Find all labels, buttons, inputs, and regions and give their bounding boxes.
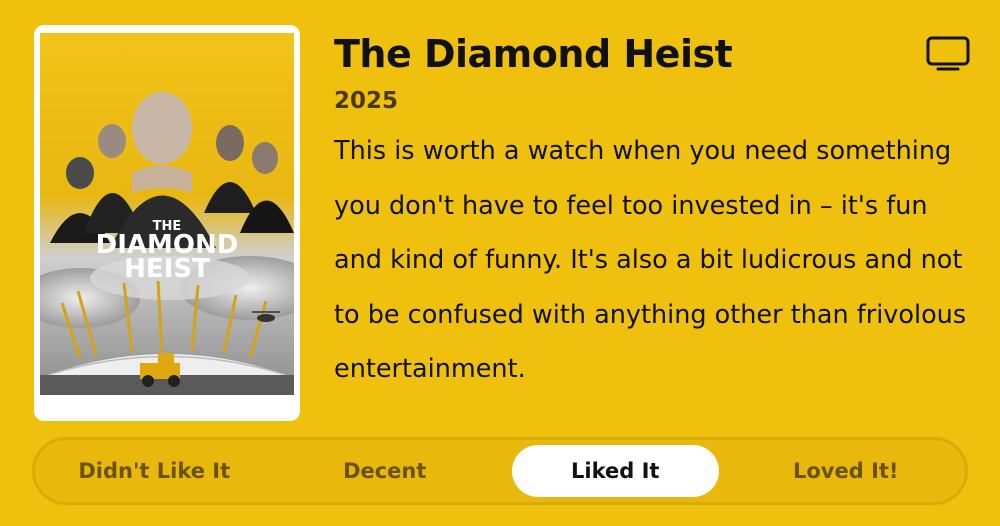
movie-year: 2025 bbox=[334, 88, 399, 114]
rating-option-didnt-like[interactable]: Didn't Like It bbox=[51, 445, 258, 497]
rating-option-liked[interactable]: Liked It bbox=[512, 445, 719, 497]
movie-title: The Diamond Heist bbox=[334, 32, 733, 76]
movie-description: This is worth a watch when you need some… bbox=[334, 136, 967, 384]
rating-option-loved[interactable]: Loved It! bbox=[743, 445, 950, 497]
movie-info: The Diamond Heist 2025 This is worth a w… bbox=[334, 28, 966, 397]
movie-poster[interactable]: THE DIAMOND HEIST bbox=[34, 25, 300, 421]
tv-button[interactable] bbox=[924, 32, 972, 76]
poster-image: THE DIAMOND HEIST bbox=[40, 33, 294, 395]
poster-title-line3: HEIST bbox=[124, 254, 210, 284]
rating-option-decent[interactable]: Decent bbox=[282, 445, 489, 497]
rating-selector: Didn't Like It Decent Liked It Loved It! bbox=[32, 437, 968, 505]
tv-icon bbox=[926, 36, 970, 71]
